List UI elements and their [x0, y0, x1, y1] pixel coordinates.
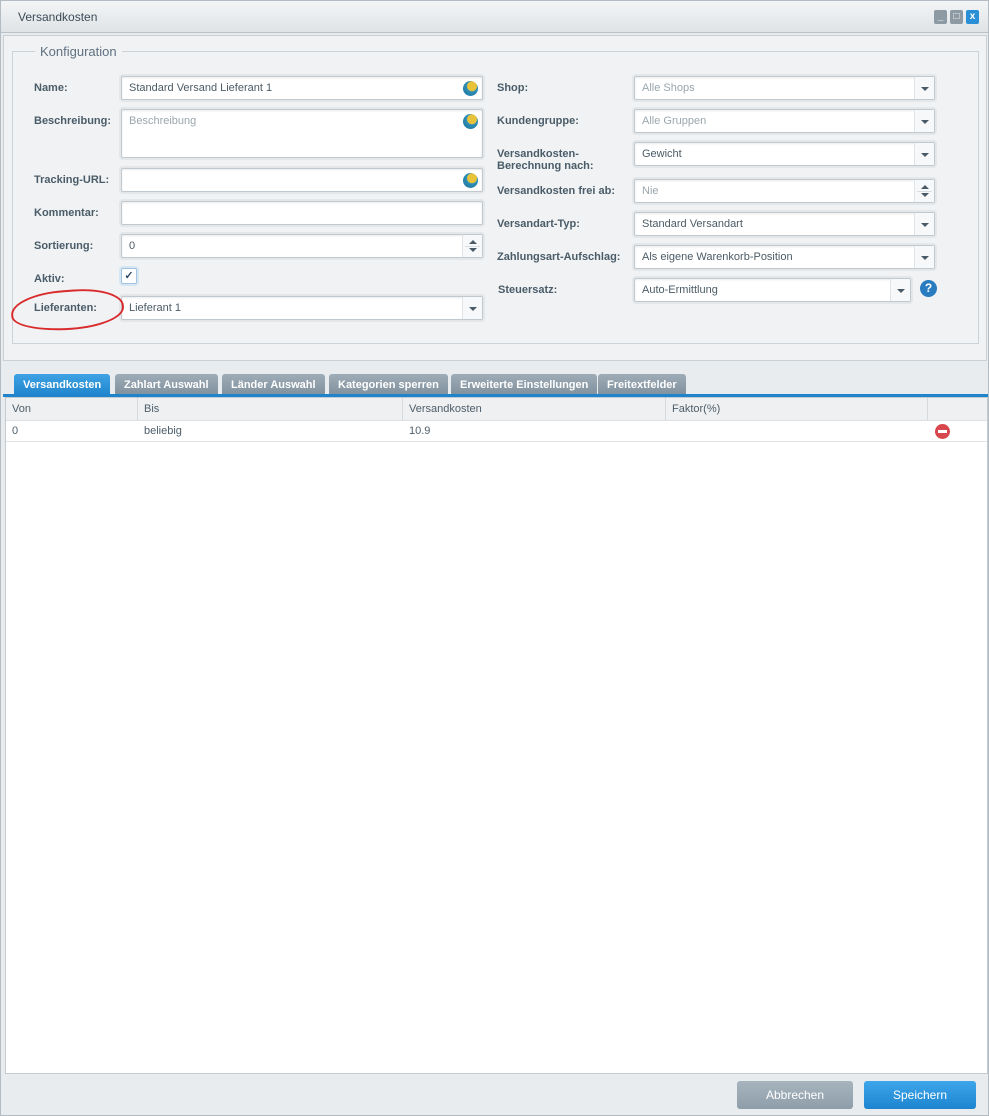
- close-button[interactable]: x: [966, 10, 979, 24]
- payment-surcharge-combobox[interactable]: Als eigene Warenkorb-Position: [634, 245, 935, 269]
- description-label: Beschreibung:: [34, 115, 112, 127]
- window-controls: _ □ x: [934, 10, 979, 24]
- window-title: Versandkosten: [18, 10, 98, 24]
- column-header-faktor[interactable]: Faktor(%): [666, 398, 928, 421]
- spin-down-icon[interactable]: [469, 248, 477, 252]
- name-label: Name:: [34, 82, 68, 94]
- sorting-label: Sortierung:: [34, 240, 94, 252]
- chevron-down-icon[interactable]: [462, 297, 482, 319]
- globe-icon[interactable]: [463, 114, 478, 129]
- tax-rate-combobox[interactable]: Auto-Ermittlung: [634, 278, 911, 302]
- tracking-url-input[interactable]: [121, 168, 483, 192]
- chevron-down-icon[interactable]: [890, 279, 910, 301]
- tax-rate-label: Steuersatz:: [498, 284, 558, 296]
- customer-group-label: Kundengruppe:: [497, 115, 579, 127]
- chevron-down-icon[interactable]: [914, 143, 934, 165]
- maximize-button[interactable]: □: [950, 10, 963, 24]
- customer-group-placeholder: Alle Gruppen: [642, 115, 707, 127]
- tab-kategorien-sperren[interactable]: Kategorien sperren: [329, 374, 448, 396]
- calc-by-combobox[interactable]: Gewicht: [634, 142, 935, 166]
- dispatch-type-combobox[interactable]: Standard Versandart: [634, 212, 935, 236]
- column-header-bis[interactable]: Bis: [138, 398, 403, 421]
- comment-input[interactable]: [121, 201, 483, 225]
- sorting-value: 0: [129, 240, 136, 252]
- tab-bar: Versandkosten Zahlart Auswahl Länder Aus…: [3, 369, 988, 396]
- shipping-costs-grid: Von Bis Versandkosten Faktor(%) 0 belieb…: [5, 397, 988, 1074]
- help-icon[interactable]: ?: [920, 280, 937, 297]
- calc-by-label-line2: Berechnung nach:: [497, 160, 594, 172]
- calc-by-value: Gewicht: [642, 148, 682, 160]
- tax-rate-value: Auto-Ermittlung: [642, 284, 718, 296]
- tab-freitextfelder[interactable]: Freitextfelder: [598, 374, 686, 396]
- dispatch-type-label: Versandart-Typ:: [497, 218, 580, 230]
- chevron-down-icon[interactable]: [914, 77, 934, 99]
- suppliers-combobox[interactable]: Lieferant 1: [121, 296, 483, 320]
- spin-up-icon[interactable]: [921, 185, 929, 189]
- configuration-legend: Konfiguration: [40, 44, 117, 59]
- suppliers-value: Lieferant 1: [129, 302, 181, 314]
- column-header-actions: [928, 398, 989, 421]
- sorting-spinner[interactable]: [462, 235, 482, 257]
- versandkosten-window: Versandkosten _ □ x Konfiguration Name: …: [0, 0, 989, 1116]
- shop-combobox[interactable]: Alle Shops: [634, 76, 935, 100]
- cell-faktor[interactable]: [666, 421, 928, 442]
- minimize-button[interactable]: _: [934, 10, 947, 24]
- chevron-down-icon[interactable]: [914, 110, 934, 132]
- cell-von[interactable]: 0: [6, 421, 138, 442]
- cell-bis[interactable]: beliebig: [138, 421, 403, 442]
- tab-erweiterte-einstellungen[interactable]: Erweiterte Einstellungen: [451, 374, 598, 396]
- description-textarea[interactable]: Beschreibung: [121, 109, 483, 158]
- tab-laender-auswahl[interactable]: Länder Auswahl: [222, 374, 325, 396]
- delete-icon[interactable]: [935, 424, 950, 439]
- active-checkbox[interactable]: ✓: [121, 268, 137, 284]
- payment-surcharge-label: Zahlungsart-Aufschlag:: [497, 251, 621, 263]
- free-from-placeholder: Nie: [642, 185, 659, 197]
- tracking-url-label: Tracking-URL:: [34, 174, 110, 186]
- chevron-down-icon[interactable]: [914, 246, 934, 268]
- active-label: Aktiv:: [34, 273, 65, 285]
- column-header-versandkosten[interactable]: Versandkosten: [403, 398, 666, 421]
- comment-label: Kommentar:: [34, 207, 99, 219]
- free-from-number-input[interactable]: Nie: [634, 179, 935, 203]
- spin-up-icon[interactable]: [469, 240, 477, 244]
- configuration-panel: Konfiguration Name: Standard Versand Lie…: [3, 35, 987, 361]
- tab-zahlart-auswahl[interactable]: Zahlart Auswahl: [115, 374, 218, 396]
- save-button[interactable]: Speichern: [864, 1081, 976, 1109]
- globe-icon[interactable]: [463, 81, 478, 96]
- sorting-number-input[interactable]: 0: [121, 234, 483, 258]
- customer-group-combobox[interactable]: Alle Gruppen: [634, 109, 935, 133]
- chevron-down-icon[interactable]: [914, 213, 934, 235]
- shop-label: Shop:: [497, 82, 529, 94]
- name-input[interactable]: Standard Versand Lieferant 1: [121, 76, 483, 100]
- cancel-button[interactable]: Abbrechen: [737, 1081, 853, 1109]
- free-from-label: Versandkosten frei ab:: [497, 185, 615, 197]
- description-placeholder: Beschreibung: [129, 115, 197, 127]
- column-header-von[interactable]: Von: [6, 398, 138, 421]
- free-from-spinner[interactable]: [914, 180, 934, 202]
- payment-surcharge-value: Als eigene Warenkorb-Position: [642, 251, 793, 263]
- globe-icon[interactable]: [463, 173, 478, 188]
- grid-header: Von Bis Versandkosten Faktor(%): [6, 398, 987, 421]
- table-row[interactable]: 0 beliebig 10.9: [6, 421, 987, 442]
- title-bar[interactable]: Versandkosten _ □ x: [1, 1, 988, 33]
- shop-placeholder: Alle Shops: [642, 82, 695, 94]
- name-value: Standard Versand Lieferant 1: [129, 82, 273, 94]
- tab-versandkosten[interactable]: Versandkosten: [14, 374, 111, 396]
- cell-versandkosten[interactable]: 10.9: [403, 421, 666, 442]
- dispatch-type-value: Standard Versandart: [642, 218, 743, 230]
- spin-down-icon[interactable]: [921, 193, 929, 197]
